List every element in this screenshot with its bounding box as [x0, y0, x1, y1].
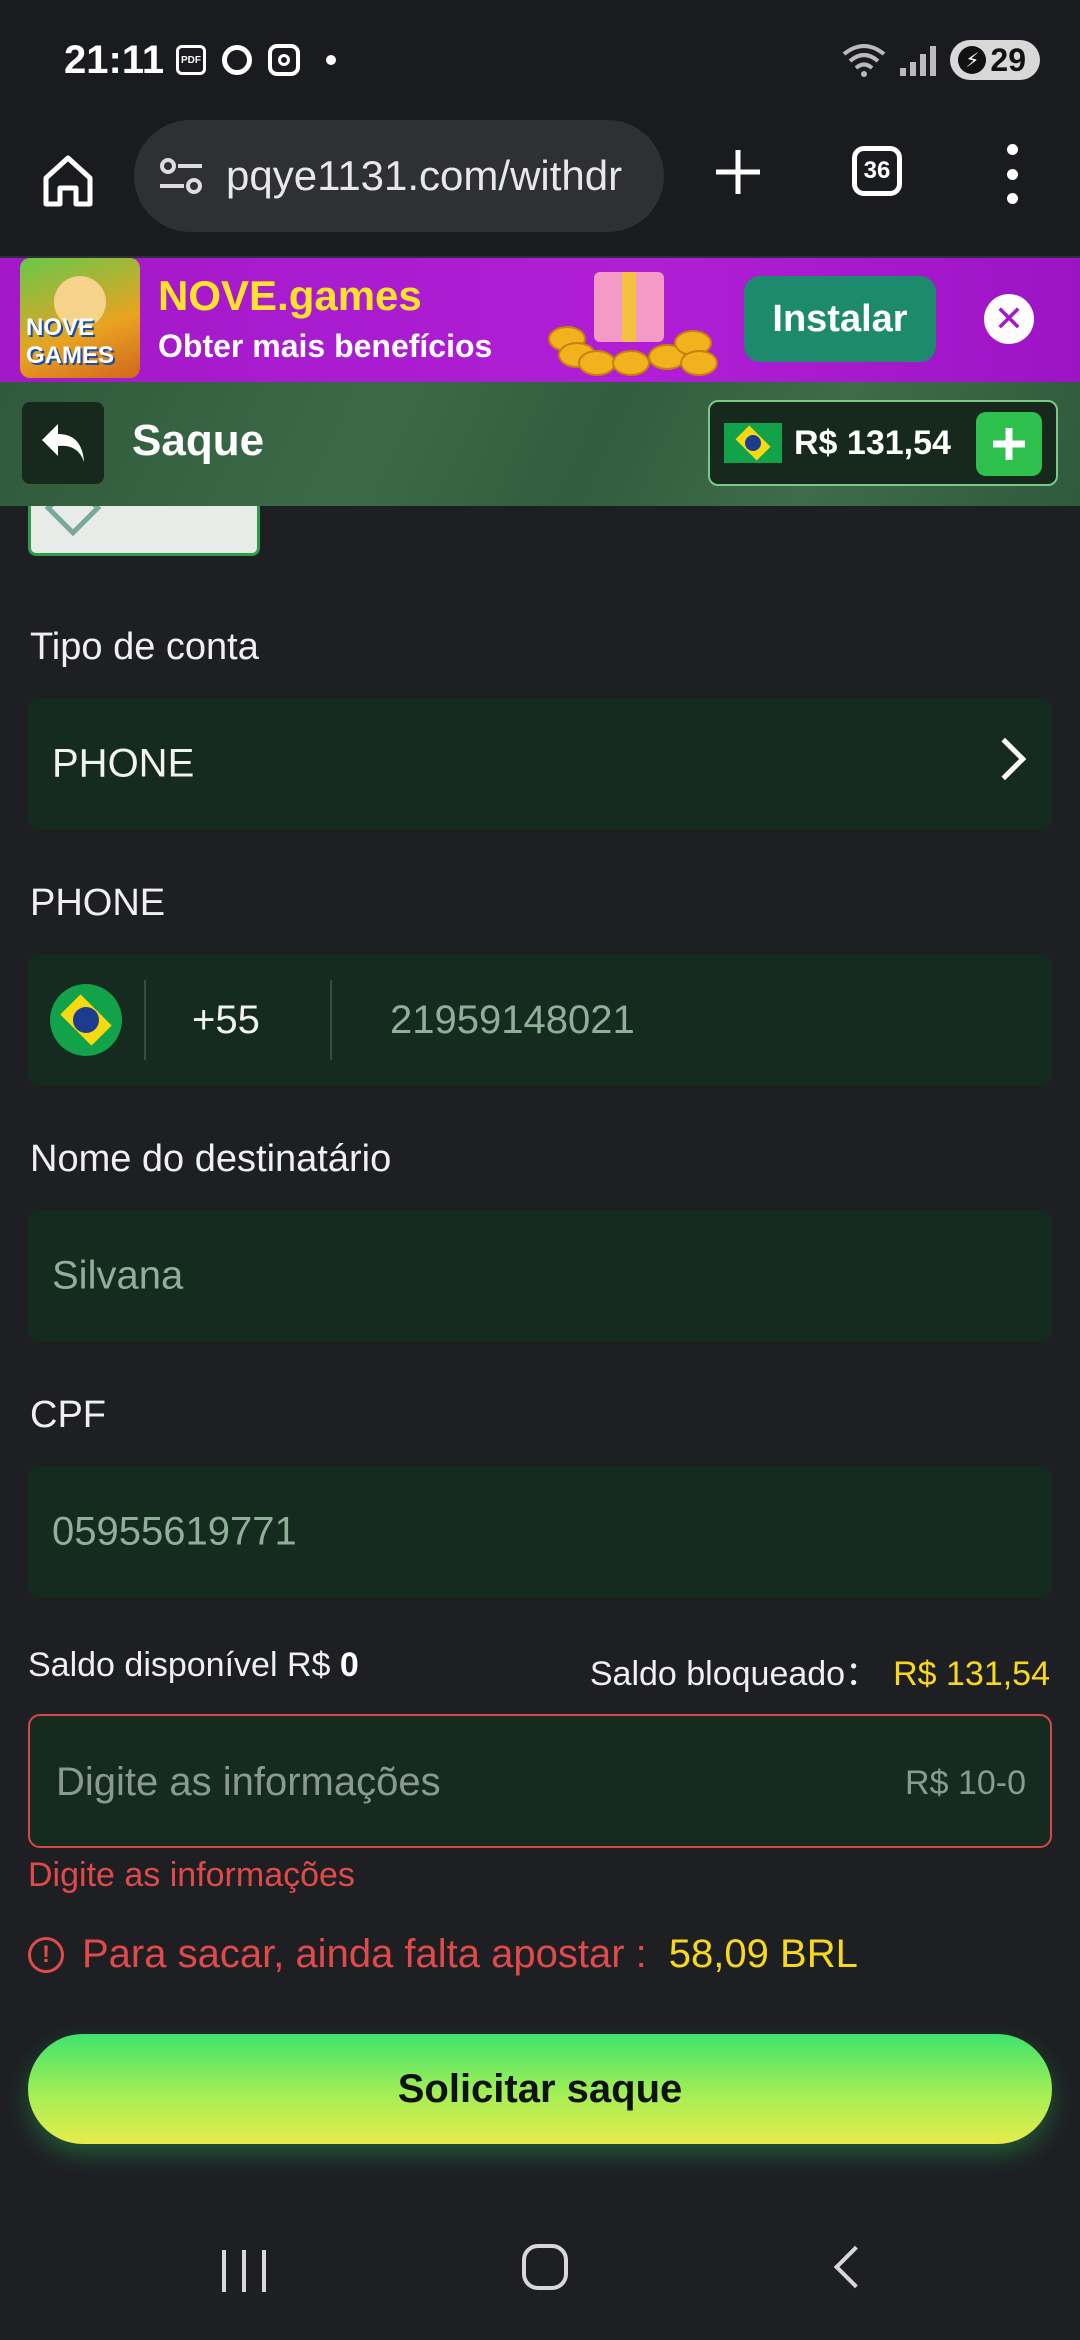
- install-button[interactable]: Instalar: [744, 276, 936, 362]
- page-header: Saque R$ 131,54: [0, 382, 1080, 506]
- recipient-name-input[interactable]: Silvana: [28, 1210, 1052, 1342]
- signal-icon: [900, 44, 937, 76]
- url-text: pqye1131.com/withdr: [226, 152, 623, 199]
- blocked-balance: Saldo bloqueado： R$ 131,54: [589, 1655, 1050, 1693]
- wifi-icon: [843, 44, 886, 77]
- recipient-label: Nome do destinatário: [30, 1138, 392, 1180]
- phone-label: PHONE: [30, 882, 166, 924]
- header-balance: R$ 131,54: [794, 423, 951, 462]
- back-button[interactable]: [22, 402, 104, 484]
- banner-subtitle: Obter mais benefícios: [158, 328, 493, 364]
- status-time: 21:11: [64, 38, 165, 82]
- deposit-plus-button[interactable]: [976, 412, 1042, 476]
- plus-icon: [993, 428, 1025, 460]
- browser-menu-icon[interactable]: [1000, 144, 1024, 204]
- chevron-right-icon: [983, 737, 1027, 781]
- account-type-select[interactable]: PHONE: [28, 698, 1052, 830]
- tab-switcher-button[interactable]: 36: [852, 146, 902, 196]
- more-notifications-dot-icon: [326, 55, 336, 65]
- status-notification-icons: PDF: [176, 44, 336, 76]
- nove-games-logo: NOVE GAMES: [20, 258, 140, 378]
- alert-circle-icon: !: [28, 1936, 64, 1973]
- wager-amount: 58,09 BRL: [668, 1932, 858, 1976]
- gift-coins-illustration: [548, 266, 718, 376]
- amount-error-message: Digite as informações: [28, 1856, 355, 1894]
- home-icon[interactable]: [38, 150, 98, 210]
- blocked-balance-value: R$ 131,54: [893, 1655, 1050, 1693]
- available-balance-value: 0: [339, 1646, 359, 1684]
- page-title: Saque: [132, 416, 265, 465]
- system-navigation-bar: [0, 2200, 1080, 2340]
- new-tab-plus-icon[interactable]: [708, 142, 768, 202]
- instagram-icon: [268, 44, 300, 76]
- recipient-name-value: Silvana: [52, 1253, 184, 1298]
- wager-warning: ! Para sacar, ainda falta apostar : 58,0…: [28, 1932, 858, 1977]
- wager-warning-text: Para sacar, ainda falta apostar :: [82, 1932, 647, 1976]
- status-system-icons: ⚡ 29: [842, 40, 1040, 80]
- country-code[interactable]: +55: [192, 998, 260, 1043]
- battery-level: 29: [990, 41, 1026, 78]
- browser-toolbar: pqye1131.com/withdr 36: [0, 120, 1080, 258]
- pdf-icon: PDF: [176, 45, 206, 75]
- back-nav-icon[interactable]: [833, 2245, 877, 2289]
- status-bar: 21:11 PDF ⚡ 29: [0, 0, 1080, 120]
- available-balance: Saldo disponível R$ 0: [28, 1646, 359, 1684]
- charging-bolt-icon: ⚡: [958, 46, 987, 74]
- app-install-banner: NOVE GAMES NOVE.games Obter mais benefíc…: [0, 258, 1080, 382]
- cpf-label: CPF: [30, 1394, 106, 1436]
- amount-range: R$ 10-0: [905, 1764, 1026, 1802]
- pix-logo[interactable]: [28, 506, 260, 556]
- cpf-input[interactable]: 05955619771: [28, 1466, 1052, 1598]
- phone-number-input[interactable]: 21959148021: [390, 998, 635, 1043]
- cpf-value: 05955619771: [52, 1509, 297, 1554]
- withdraw-amount-input[interactable]: Digite as informações R$ 10-0: [28, 1714, 1052, 1848]
- site-settings-icon[interactable]: [158, 156, 204, 196]
- chrome-icon: [222, 45, 252, 75]
- recents-icon[interactable]: [222, 2250, 266, 2292]
- brazil-flag-icon[interactable]: [50, 984, 122, 1056]
- home-nav-icon[interactable]: [522, 2244, 568, 2290]
- banner-title: NOVE.games: [158, 272, 422, 319]
- battery-indicator: ⚡ 29: [950, 40, 1040, 80]
- request-withdrawal-button[interactable]: Solicitar saque: [28, 2034, 1052, 2144]
- address-bar[interactable]: pqye1131.com/withdr: [134, 120, 664, 232]
- account-type-label: Tipo de conta: [30, 626, 259, 668]
- account-type-value: PHONE: [52, 741, 195, 786]
- amount-placeholder: Digite as informações: [56, 1760, 441, 1804]
- close-banner-icon[interactable]: ✕: [984, 294, 1034, 344]
- back-arrow-icon: [42, 424, 84, 462]
- phone-field: +55 21959148021: [28, 954, 1052, 1086]
- brazil-flag-icon: [710, 423, 782, 463]
- balance-widget[interactable]: R$ 131,54: [708, 400, 1058, 486]
